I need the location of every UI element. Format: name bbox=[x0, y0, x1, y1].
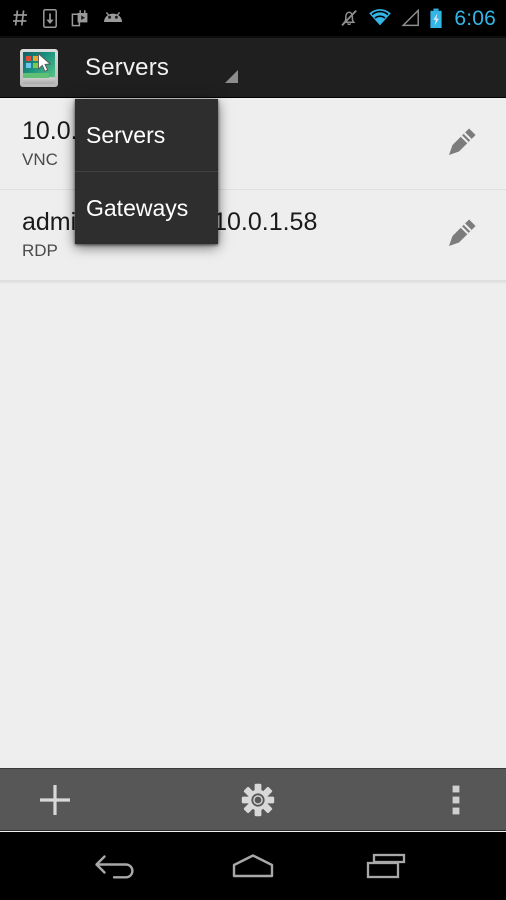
phone-screen: 6:06 Servers 10.0.1.57 VNC bbox=[0, 0, 506, 900]
action-bar: Servers bbox=[0, 38, 506, 98]
edit-server-button[interactable] bbox=[422, 122, 498, 166]
spinner-caret-icon[interactable] bbox=[225, 70, 239, 83]
wifi-icon bbox=[368, 9, 392, 27]
nav-home-button[interactable] bbox=[208, 832, 298, 900]
status-bar: 6:06 bbox=[0, 0, 506, 36]
android-navigation-bar bbox=[0, 832, 506, 900]
mute-icon bbox=[339, 8, 359, 28]
play-store-icon bbox=[70, 9, 89, 28]
edit-server-button[interactable] bbox=[422, 213, 498, 257]
list-bottom-divider bbox=[0, 281, 506, 284]
battery-charging-icon bbox=[429, 8, 443, 29]
bottom-action-bar bbox=[0, 768, 506, 831]
settings-button[interactable] bbox=[110, 769, 406, 830]
more-vertical-icon bbox=[452, 785, 460, 814]
hash-icon bbox=[12, 9, 30, 27]
status-bar-system-icons: 6:06 bbox=[339, 8, 496, 29]
gear-icon bbox=[241, 783, 275, 816]
add-server-button[interactable] bbox=[0, 769, 110, 830]
recents-icon bbox=[367, 853, 406, 879]
home-icon bbox=[232, 854, 274, 878]
dropdown-item-servers[interactable]: Servers bbox=[75, 99, 218, 171]
overflow-menu-button[interactable] bbox=[406, 769, 506, 830]
app-icon-remote-desktop bbox=[20, 48, 58, 87]
app-icon-square-red bbox=[26, 55, 31, 61]
action-bar-title[interactable]: Servers bbox=[85, 54, 169, 82]
status-bar-notification-icons bbox=[12, 8, 124, 28]
pencil-icon bbox=[448, 128, 476, 156]
plus-icon bbox=[40, 784, 70, 815]
pencil-icon bbox=[448, 219, 476, 247]
app-icon-base bbox=[23, 77, 55, 84]
android-robot-icon bbox=[102, 11, 124, 26]
nav-back-button[interactable] bbox=[73, 832, 163, 900]
dropdown-item-gateways[interactable]: Gateways bbox=[75, 172, 218, 244]
spinner-dropdown-menu: Servers Gateways bbox=[75, 99, 218, 244]
nav-recents-button[interactable] bbox=[343, 832, 433, 900]
app-icon-square-blue bbox=[26, 62, 31, 68]
cell-signal-icon bbox=[401, 9, 420, 27]
back-arrow-icon bbox=[94, 855, 134, 879]
download-to-device-icon bbox=[43, 8, 57, 28]
status-bar-clock: 6:06 bbox=[454, 6, 496, 30]
app-icon-cursor-arrow bbox=[38, 52, 52, 72]
